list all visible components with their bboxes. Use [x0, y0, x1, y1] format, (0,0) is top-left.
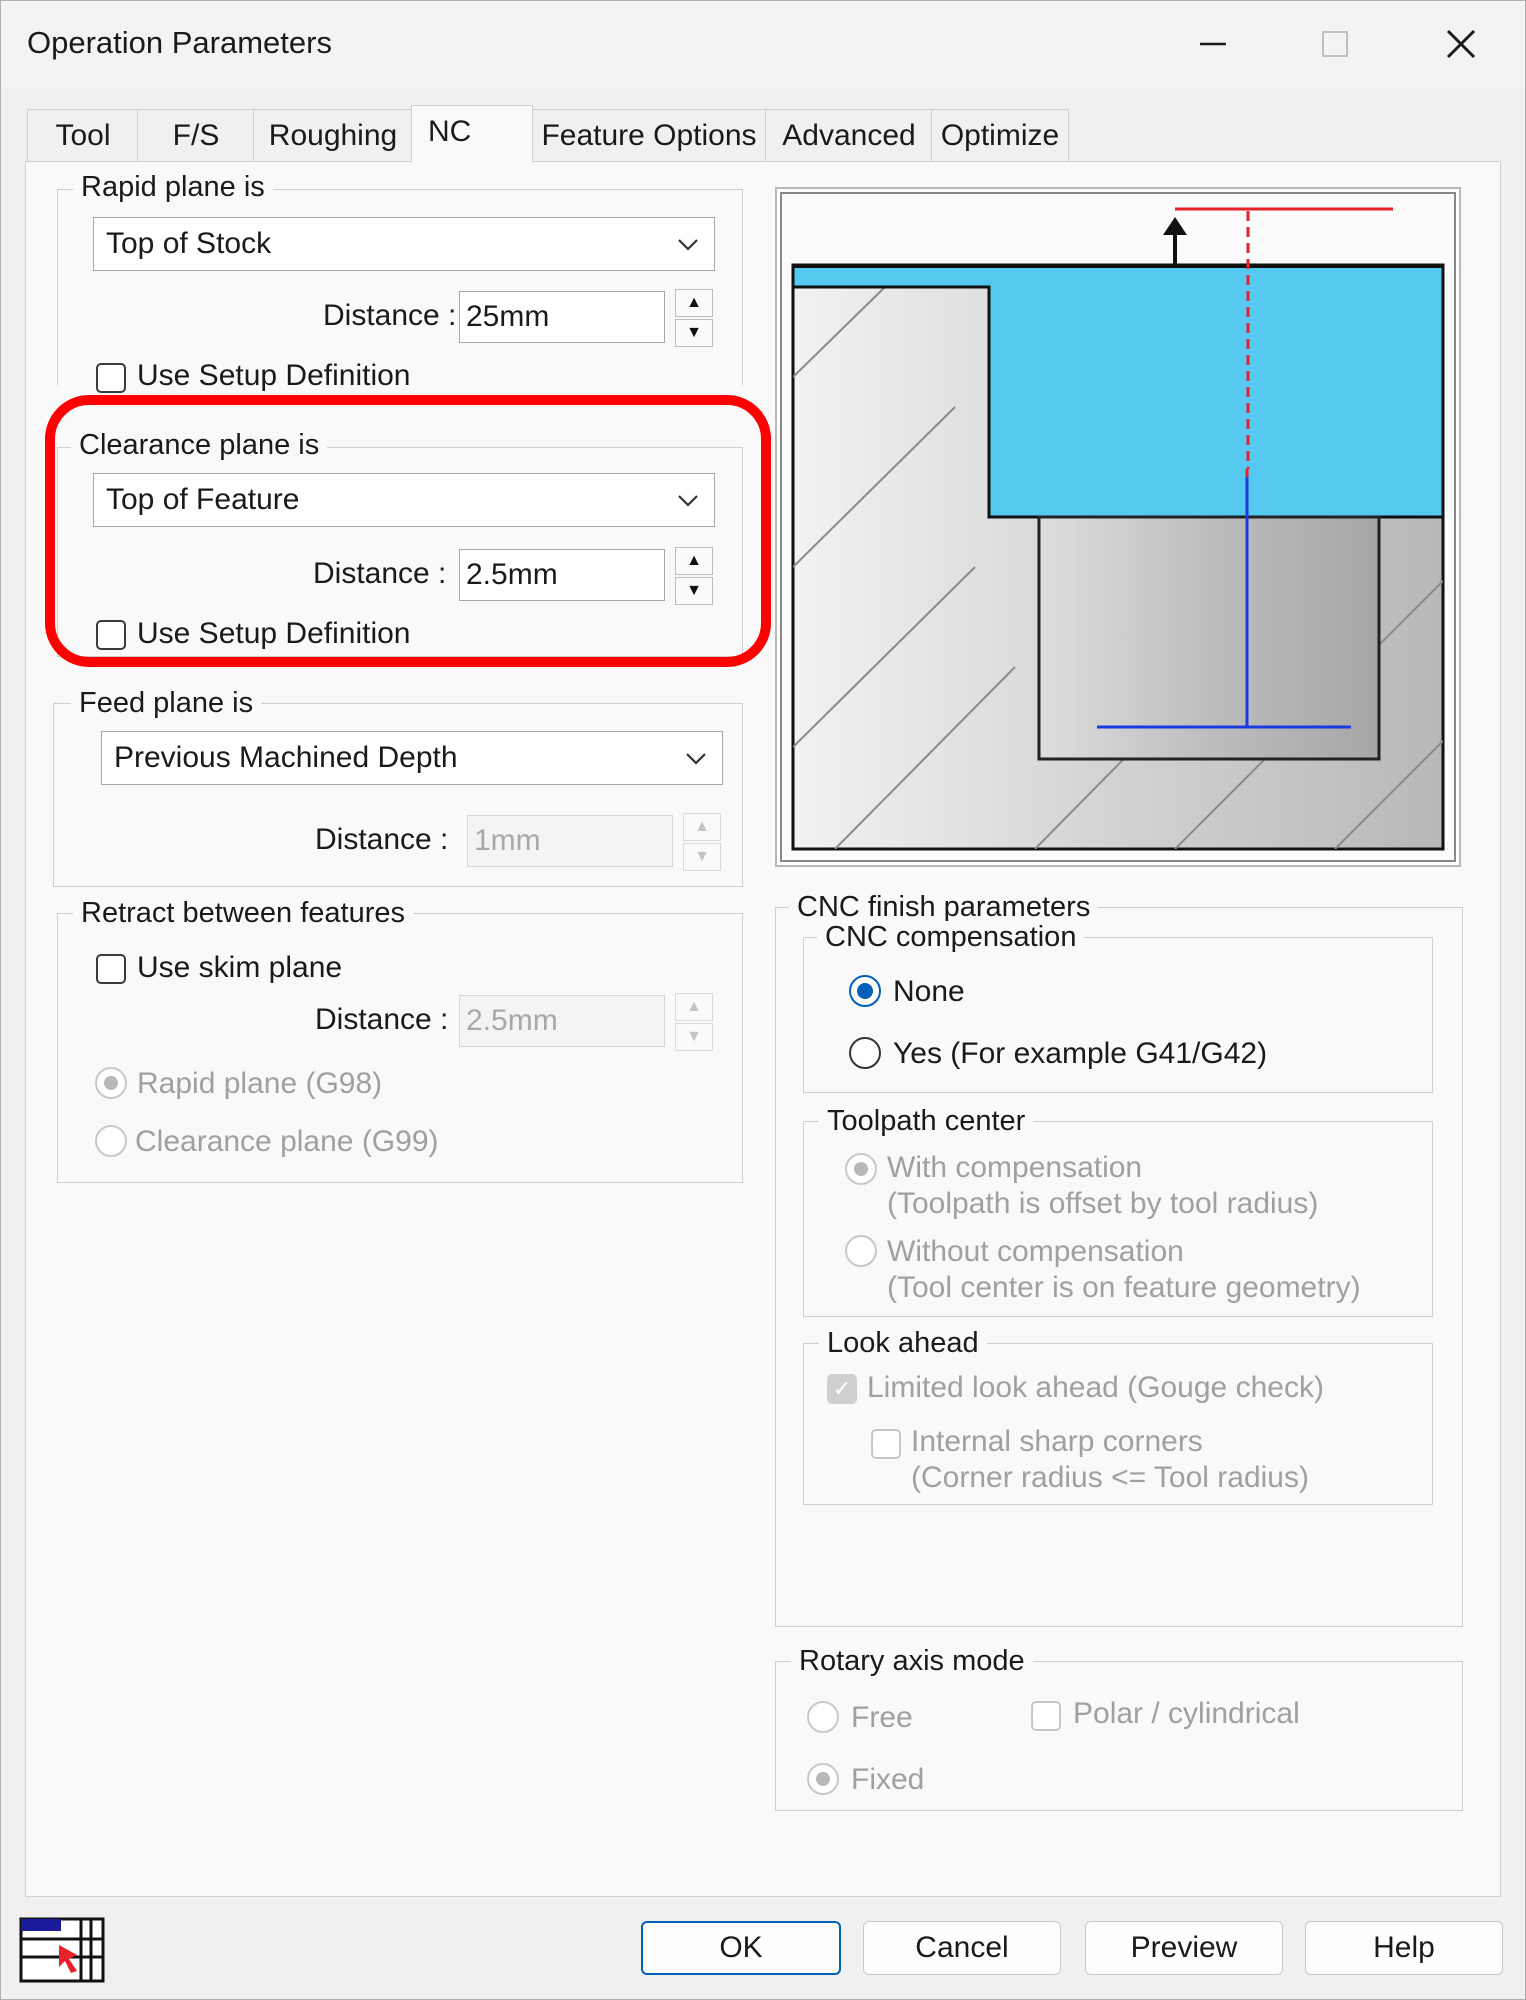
use-skim-plane-label: Use skim plane: [137, 951, 343, 984]
title-bar: Operation Parameters: [1, 1, 1525, 87]
compensation-none-radio[interactable]: [849, 975, 881, 1007]
skim-distance-stepper[interactable]: ▲ ▼: [675, 993, 713, 1051]
close-icon: [1446, 29, 1476, 59]
internal-sharp-corners-desc: (Corner radius <= Tool radius): [911, 1461, 1309, 1494]
compensation-yes-label: Yes (For example G41/G42): [893, 1037, 1268, 1070]
internal-sharp-corners-checkbox[interactable]: [871, 1429, 901, 1459]
cancel-button[interactable]: Cancel: [863, 1921, 1061, 1975]
use-skim-plane-checkbox[interactable]: [96, 954, 126, 984]
arrow-down-icon[interactable]: ▼: [683, 843, 721, 871]
tab-optimize[interactable]: Optimize: [931, 109, 1069, 161]
clearance-plane-g99-label: Clearance plane (G99): [135, 1125, 439, 1158]
close-button[interactable]: [1431, 21, 1491, 67]
tab-roughing[interactable]: Roughing: [253, 109, 413, 161]
feed-distance-stepper[interactable]: ▲ ▼: [683, 813, 721, 871]
feed-plane-value: Previous Machined Depth: [114, 741, 458, 774]
with-compensation-radio[interactable]: [845, 1153, 877, 1185]
minimize-icon: [1200, 42, 1226, 46]
window-title: Operation Parameters: [27, 25, 332, 60]
preview-button[interactable]: Preview: [1085, 1921, 1283, 1975]
limited-look-ahead-label: Limited look ahead (Gouge check): [867, 1371, 1324, 1404]
rotary-axis-legend: Rotary axis mode: [791, 1645, 1033, 1678]
ok-button[interactable]: OK: [641, 1921, 841, 1975]
minimize-button[interactable]: [1183, 21, 1243, 67]
plane-preview-diagram: [775, 187, 1461, 867]
rapid-plane-value: Top of Stock: [106, 227, 272, 260]
preview-illustration: [775, 187, 1461, 867]
rapid-distance-label: Distance :: [323, 299, 457, 332]
rotary-free-radio[interactable]: [807, 1701, 839, 1733]
arrow-down-icon[interactable]: ▼: [675, 319, 713, 347]
rapid-use-setup-label: Use Setup Definition: [137, 359, 411, 392]
rapid-plane-g98-radio[interactable]: [95, 1067, 127, 1099]
app-icon: [19, 1917, 105, 1983]
chevron-down-icon: [678, 495, 698, 507]
rapid-use-setup-checkbox[interactable]: [96, 363, 126, 393]
rapid-plane-g98-label: Rapid plane (G98): [137, 1067, 383, 1100]
rapid-plane-legend: Rapid plane is: [73, 171, 273, 204]
arrow-up-icon[interactable]: ▲: [675, 993, 713, 1021]
tab-nc[interactable]: NC: [411, 105, 533, 163]
compensation-yes-radio[interactable]: [849, 1037, 881, 1069]
rotary-fixed-radio[interactable]: [807, 1763, 839, 1795]
feed-plane-legend: Feed plane is: [71, 687, 262, 720]
app-icon: [19, 1917, 105, 1983]
clearance-plane-g99-radio[interactable]: [95, 1125, 127, 1157]
rotary-free-label: Free: [851, 1701, 913, 1734]
clearance-distance-stepper[interactable]: ▲ ▼: [675, 547, 713, 605]
clearance-use-setup-label: Use Setup Definition: [137, 617, 411, 650]
arrow-up-icon[interactable]: ▲: [683, 813, 721, 841]
arrow-down-icon[interactable]: ▼: [675, 1023, 713, 1051]
limited-look-ahead-checkbox[interactable]: ✓: [827, 1374, 857, 1404]
clearance-plane-select[interactable]: Top of Feature: [93, 473, 715, 527]
cnc-finish-legend: CNC finish parameters: [789, 891, 1099, 924]
feed-plane-select[interactable]: Previous Machined Depth: [101, 731, 723, 785]
rapid-plane-select[interactable]: Top of Stock: [93, 217, 715, 271]
feed-distance-input[interactable]: 1mm: [467, 815, 673, 867]
polar-cylindrical-checkbox[interactable]: [1031, 1701, 1061, 1731]
clearance-distance-label: Distance :: [313, 557, 447, 590]
cnc-compensation-legend: CNC compensation: [817, 921, 1085, 954]
chevron-down-icon: [678, 239, 698, 251]
tab-fs[interactable]: F/S: [137, 109, 255, 161]
arrow-up-icon[interactable]: ▲: [675, 289, 713, 317]
operation-parameters-dialog: Operation Parameters Tool F/S Roughing N…: [0, 0, 1526, 2000]
compensation-none-label: None: [893, 975, 965, 1008]
polar-cylindrical-label: Polar / cylindrical: [1073, 1697, 1300, 1730]
without-compensation-radio[interactable]: [845, 1235, 877, 1267]
look-ahead-legend: Look ahead: [819, 1327, 987, 1360]
clearance-plane-value: Top of Feature: [106, 483, 300, 516]
help-button[interactable]: Help: [1305, 1921, 1503, 1975]
feed-distance-label: Distance :: [315, 823, 449, 856]
with-compensation-label: With compensation: [887, 1151, 1143, 1184]
without-compensation-desc: (Tool center is on feature geometry): [887, 1271, 1361, 1304]
arrow-up-icon[interactable]: ▲: [675, 547, 713, 575]
clearance-distance-input[interactable]: 2.5mm: [459, 549, 665, 601]
without-compensation-label: Without compensation: [887, 1235, 1184, 1268]
arrow-down-icon[interactable]: ▼: [675, 577, 713, 605]
maximize-button[interactable]: [1305, 21, 1365, 67]
rapid-distance-input[interactable]: 25mm: [459, 291, 665, 343]
rotary-fixed-label: Fixed: [851, 1763, 925, 1796]
tab-tool[interactable]: Tool: [27, 109, 139, 161]
toolpath-center-legend: Toolpath center: [819, 1105, 1034, 1138]
rapid-distance-stepper[interactable]: ▲ ▼: [675, 289, 713, 347]
tab-feature-options[interactable]: Feature Options: [531, 109, 767, 161]
maximize-icon: [1322, 31, 1348, 57]
tab-advanced[interactable]: Advanced: [765, 109, 933, 161]
skim-distance-label: Distance :: [315, 1003, 449, 1036]
chevron-down-icon: [686, 753, 706, 765]
retract-legend: Retract between features: [73, 897, 414, 930]
skim-distance-input[interactable]: 2.5mm: [459, 995, 665, 1047]
internal-sharp-corners-label: Internal sharp corners: [911, 1425, 1203, 1458]
clearance-plane-legend: Clearance plane is: [71, 429, 328, 462]
clearance-use-setup-checkbox[interactable]: [96, 620, 126, 650]
with-compensation-desc: (Toolpath is offset by tool radius): [887, 1187, 1319, 1220]
